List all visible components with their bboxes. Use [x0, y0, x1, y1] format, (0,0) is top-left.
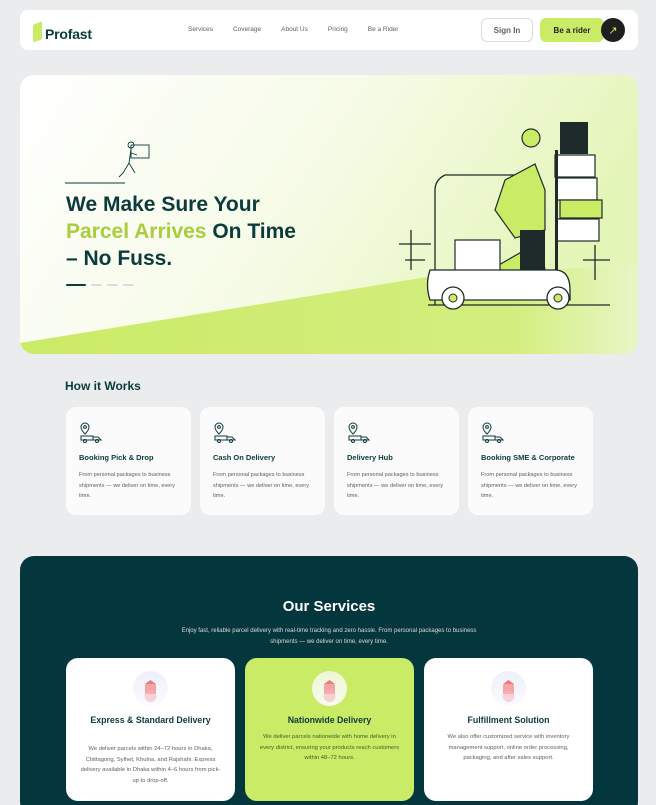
- nav-menu: Services Coverage About Us Pricing Be a …: [188, 26, 418, 33]
- nav-link-about[interactable]: About Us: [281, 26, 308, 33]
- how-card-cash-on-delivery[interactable]: Cash On Delivery From personal packages …: [200, 407, 325, 515]
- hero-line-2-rest: On Time: [206, 220, 296, 243]
- carousel-dot-3[interactable]: [107, 284, 118, 286]
- how-card-desc: From personal packages to business shipm…: [347, 472, 444, 499]
- logo-text: Profast: [45, 26, 92, 42]
- services-title: Our Services: [282, 598, 376, 615]
- nav-link-be-a-rider[interactable]: Be a Rider: [368, 26, 399, 33]
- how-card-desc: From personal packages to business shipm…: [481, 472, 578, 499]
- carousel-dot-4[interactable]: [123, 284, 134, 286]
- hero-line-2: Parcel Arrives On Time: [66, 218, 296, 245]
- how-card-title: Delivery Hub: [347, 453, 393, 462]
- service-card-fulfillment[interactable]: Fulfillment Solution We also offer custo…: [424, 658, 593, 801]
- nav-link-services[interactable]: Services: [188, 26, 213, 33]
- how-card-delivery-hub[interactable]: Delivery Hub From personal packages to b…: [334, 407, 459, 515]
- service-box-icon: [491, 671, 526, 706]
- navbar: Profast Services Coverage About Us Prici…: [20, 10, 638, 50]
- how-card-title: Cash On Delivery: [213, 453, 276, 462]
- courier-running-icon: [65, 141, 150, 184]
- hero-line-3: – No Fuss.: [66, 247, 173, 270]
- how-card-title: Booking Pick & Drop: [79, 453, 154, 462]
- logo-mark-icon: [33, 21, 43, 41]
- how-card-desc: From personal packages to business shipm…: [79, 472, 176, 499]
- service-card-title: Nationwide Delivery: [287, 715, 372, 725]
- how-card-desc: From personal packages to business shipm…: [213, 472, 310, 499]
- service-card-desc: We deliver parcels nationwide with home …: [259, 734, 400, 762]
- carousel-dot-2[interactable]: [91, 284, 102, 286]
- carousel-indicators: [66, 284, 134, 286]
- how-card-booking[interactable]: Booking Pick & Drop From personal packag…: [66, 407, 191, 515]
- nav-link-coverage[interactable]: Coverage: [233, 26, 261, 33]
- service-card-title: Fulfillment Solution: [467, 715, 550, 725]
- service-card-title: Express & Standard Delivery: [90, 715, 211, 725]
- services-section: Our Services Enjoy fast, reliable parcel…: [20, 556, 638, 805]
- hero-line-2-accent: Parcel Arrives: [66, 220, 207, 243]
- service-card-express[interactable]: Express & Standard Delivery We deliver p…: [66, 658, 235, 801]
- logo[interactable]: Profast: [33, 20, 92, 42]
- delivery-truck-pin-icon: [348, 422, 371, 443]
- delivery-truck-pin-icon: [482, 422, 505, 443]
- services-subtitle: Enjoy fast, reliable parcel delivery wit…: [181, 628, 477, 645]
- how-card-sme-corporate[interactable]: Booking SME & Corporate From personal pa…: [468, 407, 593, 515]
- forklift-delivery-illustration: [399, 122, 610, 310]
- how-card-title: Booking SME & Corporate: [481, 453, 575, 462]
- service-box-icon: [133, 671, 168, 706]
- nav-link-pricing[interactable]: Pricing: [328, 26, 348, 33]
- sign-in-button[interactable]: Sign In: [481, 18, 533, 42]
- service-card-desc: We also offer customized service with in…: [447, 734, 570, 762]
- how-it-works-title: How it Works: [65, 379, 141, 393]
- service-card-nationwide[interactable]: Nationwide Delivery We deliver parcels n…: [245, 658, 414, 801]
- delivery-truck-pin-icon: [214, 422, 237, 443]
- service-box-icon: [312, 671, 347, 706]
- hero-banner: We Make Sure Your Parcel Arrives On Time…: [20, 75, 638, 354]
- delivery-truck-pin-icon: [80, 422, 103, 443]
- hero-headline: We Make Sure Your Parcel Arrives On Time…: [66, 191, 296, 272]
- arrow-up-right-icon[interactable]: ↗: [601, 18, 625, 42]
- be-a-rider-button[interactable]: Be a rider: [540, 18, 604, 42]
- hero-line-1: We Make Sure Your: [66, 193, 260, 216]
- service-card-desc: We deliver parcels within 24–72 hours in…: [80, 746, 221, 784]
- carousel-dot-1[interactable]: [66, 284, 86, 286]
